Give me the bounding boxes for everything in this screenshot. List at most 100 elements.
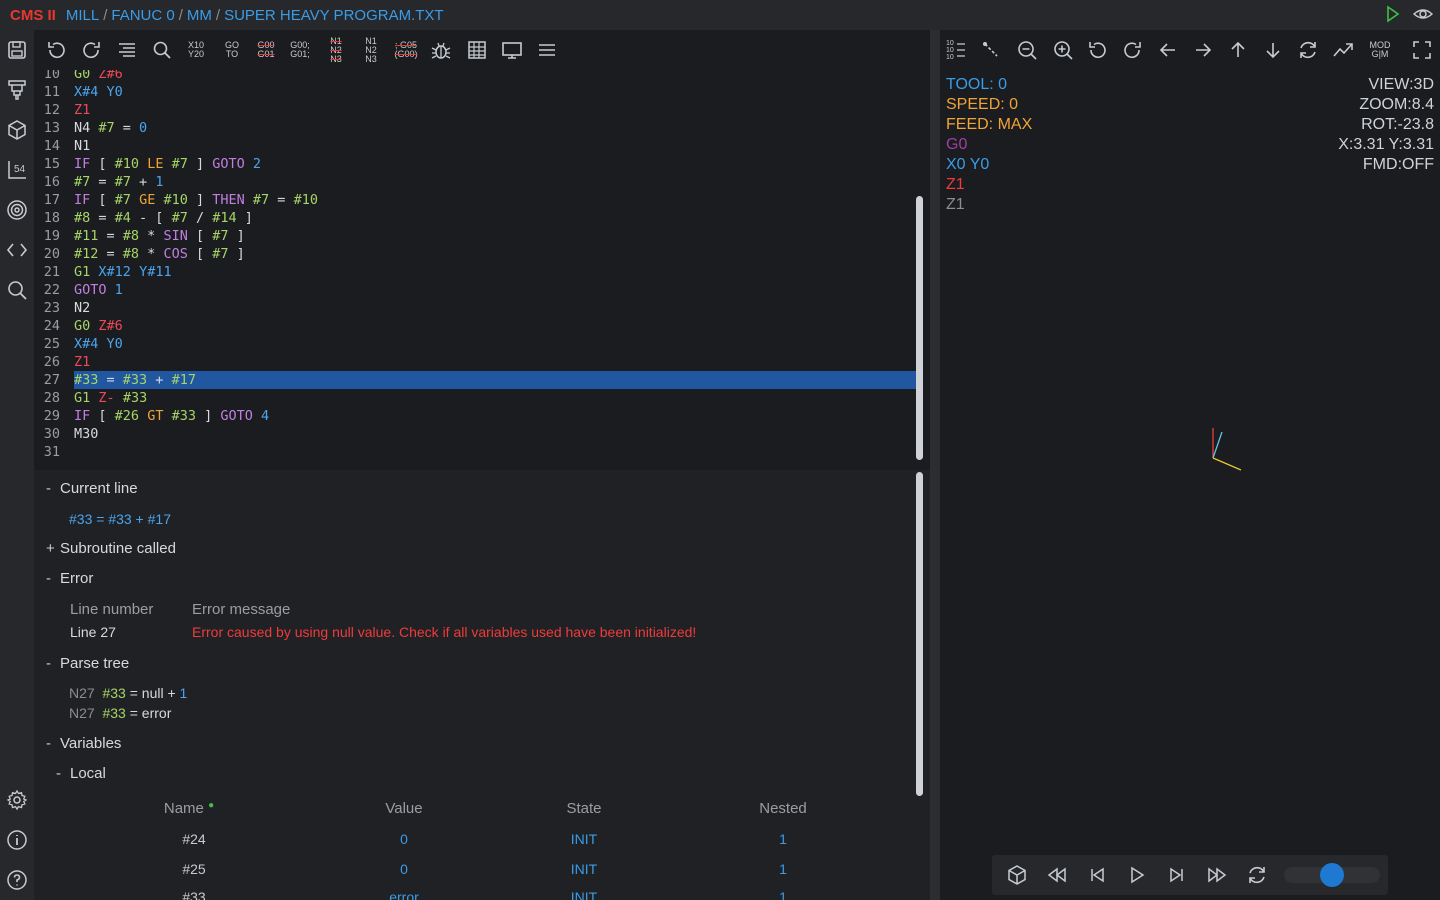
loop-icon[interactable] — [1245, 863, 1269, 887]
debug-scrollbar[interactable] — [916, 472, 923, 796]
code-line[interactable]: 16 #7 = #7 + 1 — [34, 173, 914, 191]
target-icon[interactable] — [5, 198, 29, 222]
arrow-down-icon[interactable] — [1261, 38, 1285, 62]
search-icon[interactable] — [5, 278, 29, 302]
menu-icon[interactable] — [533, 38, 561, 62]
code-line[interactable]: 27 #33 = #33 + #17 — [34, 371, 916, 389]
breadcrumb-mm[interactable]: MM — [187, 7, 212, 24]
path-icon[interactable] — [979, 38, 1003, 62]
run-icon[interactable] — [1382, 4, 1402, 24]
help-icon[interactable] — [5, 868, 29, 892]
code-line[interactable]: 26 Z1 — [34, 353, 914, 371]
redo-icon[interactable] — [78, 38, 106, 62]
code-line[interactable]: 15 IF [ #10 LE #7 ] GOTO 2 — [34, 155, 914, 173]
line-number: 16 — [43, 174, 60, 190]
code-line[interactable]: 31 — [34, 443, 914, 461]
step-forward-icon[interactable] — [1165, 863, 1189, 887]
rotate-right-icon[interactable] — [1121, 38, 1145, 62]
code-editor[interactable]: 10 G0 Z#6 11 X#4 Y0 12 Z1 13 N4 #7 = 0 14 N1 15 IF … — [34, 70, 930, 464]
add-line-numbers-button[interactable]: N1 N2 N3 — [357, 36, 385, 63]
line-numbers-toggle[interactable]: 10 10 10 — [946, 38, 970, 62]
column-header-nested[interactable]: Nested — [728, 800, 838, 817]
code-line[interactable]: 24 G0 Z#6 — [34, 317, 914, 335]
breadcrumb-separator: / — [178, 6, 183, 24]
speed-slider[interactable] — [1284, 863, 1380, 887]
editor-scrollbar[interactable] — [916, 196, 923, 460]
code-line[interactable]: 25 X#4 Y0 — [34, 335, 914, 353]
step-back-icon[interactable] — [1085, 863, 1109, 887]
breadcrumb-fanuc[interactable]: FANUC 0 — [111, 7, 174, 24]
line-number: 31 — [43, 444, 60, 460]
line-number: 12 — [43, 102, 60, 118]
g00-semicolon-button[interactable]: G00; G01; — [286, 38, 314, 62]
code-icon[interactable] — [5, 238, 29, 262]
arrow-up-icon[interactable] — [1226, 38, 1250, 62]
remove-line-numbers-button[interactable]: N1 N2 N3 — [322, 36, 350, 63]
mod-toggle[interactable]: MOD G|M — [1366, 38, 1394, 62]
code-line[interactable]: 28 G1 Z- #33 — [34, 389, 914, 407]
rewind-icon[interactable] — [1045, 863, 1069, 887]
3d-viewport[interactable]: TOOL: 0 SPEED: 0 FEED: MAX G0 X0 Y0 Z1 Z1 VIEW… — [940, 70, 1440, 900]
cube-view-icon[interactable] — [1005, 863, 1029, 887]
bug-icon[interactable] — [427, 38, 455, 62]
code-line[interactable]: 18 #8 = #4 - [ #7 / #14 ] — [34, 209, 914, 227]
line-number: 24 — [43, 318, 60, 334]
zoom-in-icon[interactable] — [1051, 38, 1075, 62]
code-line[interactable]: 12 Z1 — [34, 101, 914, 119]
panel-splitter[interactable] — [930, 30, 940, 900]
format-icon[interactable] — [113, 38, 141, 62]
breadcrumb-mill[interactable]: MILL — [66, 7, 99, 24]
goto-button[interactable]: GO TO — [218, 38, 246, 62]
table-icon[interactable] — [463, 38, 491, 62]
fast-forward-icon[interactable] — [1205, 863, 1229, 887]
arrow-left-icon[interactable] — [1156, 38, 1180, 62]
breadcrumb-file[interactable]: SUPER HEAVY PROGRAM.TXT — [224, 7, 444, 24]
error-section[interactable]: - Error — [46, 570, 93, 587]
code-line[interactable]: 11 X#4 Y0 — [34, 83, 914, 101]
rotate-left-icon[interactable] — [1085, 38, 1109, 62]
parse-tree-section[interactable]: - Parse tree — [46, 655, 129, 672]
code-line[interactable]: 14 N1 — [34, 137, 914, 155]
fullscreen-icon[interactable] — [1410, 38, 1434, 62]
refresh-icon[interactable] — [1296, 38, 1320, 62]
machine-icon[interactable] — [5, 78, 29, 102]
subroutine-section[interactable]: + Subroutine called — [46, 540, 176, 557]
code-line[interactable]: 30 M30 — [34, 425, 914, 443]
code-line[interactable]: 29 IF [ #26 GT #33 ] GOTO 4 — [34, 407, 914, 425]
save-icon[interactable] — [5, 38, 29, 62]
info-icon[interactable] — [5, 828, 29, 852]
column-header-value[interactable]: Value — [349, 800, 459, 817]
left-sidebar: 54 — [0, 30, 34, 900]
dimension-icon[interactable]: 54 — [5, 158, 29, 182]
code-line[interactable]: 22 GOTO 1 — [34, 281, 914, 299]
code-line[interactable]: 20 #12 = #8 * COS [ #7 ] — [34, 245, 914, 263]
local-variables-section[interactable]: - Local — [56, 765, 106, 782]
gear-icon[interactable] — [5, 788, 29, 812]
zoom-out-icon[interactable] — [1015, 38, 1039, 62]
coord-button[interactable]: X10 Y20 — [182, 38, 210, 62]
status-line: FEED: MAX — [946, 116, 1033, 133]
error-line-header: Line number — [70, 601, 154, 618]
code-line[interactable]: 21 G1 X#12 Y#11 — [34, 263, 914, 281]
arrow-right-icon[interactable] — [1191, 38, 1215, 62]
current-line-section[interactable]: - Current line — [46, 480, 138, 497]
column-header-state[interactable]: State — [529, 800, 639, 817]
trend-icon[interactable] — [1331, 38, 1355, 62]
code-line[interactable]: 23 N2 — [34, 299, 914, 317]
code-line[interactable]: 19 #11 = #8 * SIN [ #7 ] — [34, 227, 914, 245]
play-icon[interactable] — [1125, 863, 1149, 887]
monitor-icon[interactable] — [498, 38, 526, 62]
g00-g01-button[interactable]: G00 G01 — [252, 38, 280, 62]
code-line[interactable]: 13 N4 #7 = 0 — [34, 119, 914, 137]
speed-slider-knob[interactable] — [1320, 863, 1344, 887]
undo-icon[interactable] — [42, 38, 70, 62]
find-icon[interactable] — [148, 38, 176, 62]
view-status-line: ZOOM:8.4 — [1359, 96, 1434, 113]
code-line[interactable]: 17 IF [ #7 GE #10 ] THEN #7 = #10 — [34, 191, 914, 209]
variables-section[interactable]: - Variables — [46, 735, 121, 752]
eye-icon[interactable] — [1412, 4, 1434, 24]
remove-comments-button[interactable]: ; G05 (G00) — [392, 38, 420, 62]
code-line[interactable]: 10 G0 Z#6 — [34, 70, 914, 83]
cube-icon[interactable] — [5, 118, 29, 142]
column-header-name[interactable]: Name ● — [134, 800, 244, 817]
